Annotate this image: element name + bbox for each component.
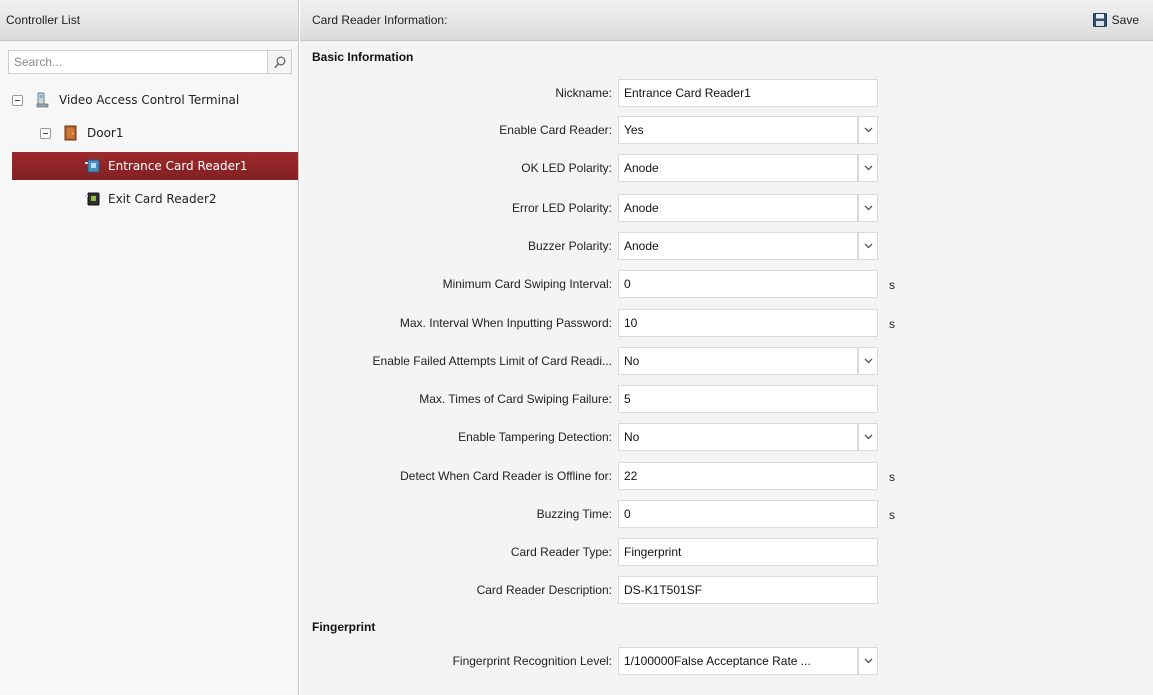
chevron-down-icon <box>864 358 872 364</box>
field-label: Detect When Card Reader is Offline for: <box>400 469 612 483</box>
tree-label-entrance-card-reader1: Entrance Card Reader1 <box>108 159 248 173</box>
dropdown-button[interactable] <box>858 194 878 222</box>
offline-detection-input[interactable]: 22 <box>618 462 878 490</box>
field-label: Nickname: <box>555 86 612 100</box>
buzzing-time-input[interactable]: 0 <box>618 500 878 528</box>
form-row-enable-card-reader: Enable Card Reader: Yes <box>300 116 1153 144</box>
terminal-icon <box>35 92 51 108</box>
failed-attempts-limit-select[interactable]: No <box>618 347 858 375</box>
unit-label: s <box>889 278 895 292</box>
save-label: Save <box>1111 13 1139 27</box>
form-row-nickname: Nickname: Entrance Card Reader1 <box>300 79 1153 107</box>
field-label: Card Reader Type: <box>510 545 612 559</box>
search-input[interactable] <box>8 50 268 74</box>
dropdown-button[interactable] <box>858 423 878 451</box>
chevron-down-icon <box>864 658 872 664</box>
chevron-down-icon <box>864 205 872 211</box>
buzzer-polarity-select[interactable]: Anode <box>618 232 858 260</box>
tree-node-terminal[interactable]: Video Access Control Terminal <box>12 86 298 114</box>
floppy-disk-icon <box>1092 13 1107 27</box>
tampering-detection-select[interactable]: No <box>618 423 858 451</box>
card-reader-info-header: Card Reader Information: Save <box>300 0 1153 41</box>
field-label: Max. Interval When Inputting Password: <box>399 316 612 330</box>
card-reader-type-input[interactable]: Fingerprint <box>618 538 878 566</box>
field-label: Minimum Card Swiping Interval: <box>442 277 612 291</box>
unit-label: s <box>889 470 895 484</box>
tree-label-exit-card-reader2: Exit Card Reader2 <box>108 192 217 206</box>
field-label: Buzzer Polarity: <box>527 239 612 253</box>
dropdown-button[interactable] <box>858 347 878 375</box>
field-label: Buzzing Time: <box>536 507 612 521</box>
card-reader-description-input[interactable]: DS-K1T501SF <box>618 576 878 604</box>
card-reader-icon <box>84 191 100 207</box>
dropdown-button[interactable] <box>858 154 878 182</box>
section-title-fingerprint: Fingerprint <box>312 620 376 634</box>
dropdown-button[interactable] <box>858 647 878 675</box>
search-button[interactable] <box>268 50 292 74</box>
field-label: Fingerprint Recognition Level: <box>452 654 612 668</box>
chevron-down-icon <box>864 243 872 249</box>
form-row-error-led-polarity: Error LED Polarity: Anode <box>300 194 1153 222</box>
dropdown-button[interactable] <box>858 232 878 260</box>
card-reader-icon <box>84 158 100 174</box>
field-label: Error LED Polarity: <box>511 201 612 215</box>
form-row-card-reader-type: Card Reader Type: Fingerprint <box>300 538 1153 566</box>
tree-label-terminal: Video Access Control Terminal <box>59 93 240 107</box>
fingerprint-level-select[interactable]: 1/100000False Acceptance Rate ... <box>618 647 858 675</box>
form-row-max-password-interval: Max. Interval When Inputting Password: 1… <box>300 309 1153 337</box>
chevron-down-icon <box>864 434 872 440</box>
form-row-offline-detection: Detect When Card Reader is Offline for: … <box>300 462 1153 490</box>
ok-led-polarity-select[interactable]: Anode <box>618 154 858 182</box>
field-label: Max. Times of Card Swiping Failure: <box>419 392 612 406</box>
chevron-down-icon <box>864 127 872 133</box>
controller-list-header: Controller List <box>0 0 298 41</box>
search-box <box>8 50 292 74</box>
field-label: Enable Tampering Detection: <box>458 430 612 444</box>
enable-card-reader-select[interactable]: Yes <box>618 116 858 144</box>
card-reader-info-panel: Card Reader Information: Save Basic Info… <box>300 0 1153 695</box>
max-swiping-failure-input[interactable]: 5 <box>618 385 878 413</box>
tree-node-door1[interactable]: Door1 <box>40 119 298 147</box>
door-icon <box>63 125 79 141</box>
form-row-buzzer-polarity: Buzzer Polarity: Anode <box>300 232 1153 260</box>
min-swiping-interval-input[interactable]: 0 <box>618 270 878 298</box>
field-label: Card Reader Description: <box>476 583 612 597</box>
field-label: OK LED Polarity: <box>521 161 612 175</box>
controller-list-title: Controller List <box>6 13 81 27</box>
form-row-ok-led-polarity: OK LED Polarity: Anode <box>300 154 1153 182</box>
nickname-input[interactable]: Entrance Card Reader1 <box>618 79 878 107</box>
max-password-interval-input[interactable]: 10 <box>618 309 878 337</box>
unit-label: s <box>889 317 895 331</box>
error-led-polarity-select[interactable]: Anode <box>618 194 858 222</box>
chevron-down-icon <box>864 165 872 171</box>
search-icon <box>273 56 285 68</box>
unit-label: s <box>889 508 895 522</box>
dropdown-button[interactable] <box>858 116 878 144</box>
form-row-min-swiping-interval: Minimum Card Swiping Interval: 0 s <box>300 270 1153 298</box>
save-button[interactable]: Save <box>1092 13 1139 27</box>
form-row-card-reader-description: Card Reader Description: DS-K1T501SF <box>300 576 1153 604</box>
section-title-basic: Basic Information <box>312 50 414 64</box>
form-row-failed-attempts-limit: Enable Failed Attempts Limit of Card Rea… <box>300 347 1153 375</box>
tree-node-exit-card-reader2[interactable]: Exit Card Reader2 <box>12 185 298 213</box>
field-label: Enable Failed Attempts Limit of Card Rea… <box>372 354 612 368</box>
controller-list-panel: Controller List Video Access Control Ter… <box>0 0 299 695</box>
collapse-icon[interactable] <box>12 94 23 106</box>
form-row-buzzing-time: Buzzing Time: 0 s <box>300 500 1153 528</box>
tree-label-door1: Door1 <box>87 126 124 140</box>
tree-node-entrance-card-reader1[interactable]: Entrance Card Reader1 <box>12 152 298 180</box>
collapse-icon[interactable] <box>40 127 51 139</box>
form-row-fingerprint-level: Fingerprint Recognition Level: 1/100000F… <box>300 647 1153 675</box>
panel-title: Card Reader Information: <box>312 13 448 27</box>
form-row-tampering-detection: Enable Tampering Detection: No <box>300 423 1153 451</box>
form-row-max-swiping-failure: Max. Times of Card Swiping Failure: 5 <box>300 385 1153 413</box>
field-label: Enable Card Reader: <box>499 123 612 137</box>
